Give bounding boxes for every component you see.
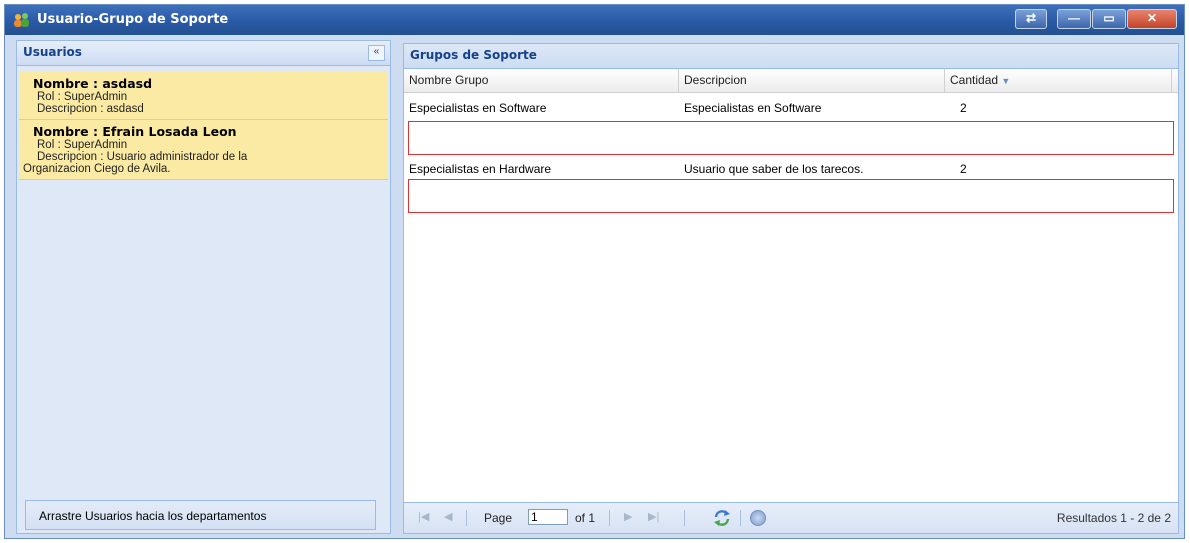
last-page-icon[interactable]: ▶| [648, 510, 659, 523]
page-number-input[interactable]: 1 [528, 509, 568, 525]
paging-toolbar: |◀ ◀ Page 1 of 1 ▶ ▶| Resultados 1 - 2 d… [404, 502, 1178, 533]
cell-cantidad: 2 [960, 162, 967, 176]
page-count-label: of 1 [575, 511, 596, 525]
column-header-cantidad[interactable]: Cantidad ▼ [945, 69, 1172, 92]
window-title: Usuario-Grupo de Soporte [37, 12, 229, 27]
cell-nombre: Especialistas en Software [409, 101, 547, 115]
minimize-button[interactable]: — [1057, 9, 1091, 29]
column-label: Descripcion [684, 73, 747, 87]
main-window: Usuario-Grupo de Soporte ⇄ — ▭ ✕ Usuario… [4, 4, 1185, 539]
prev-page-icon[interactable]: ◀ [444, 510, 452, 523]
user-role: Rol : SuperAdmin [37, 91, 128, 103]
title-bar[interactable]: Usuario-Grupo de Soporte ⇄ — ▭ ✕ [5, 5, 1184, 35]
page-label: Page [484, 511, 513, 525]
grid-header: Nombre Grupo Descripcion Cantidad ▼ [404, 69, 1178, 93]
user-name: Nombre : Efrain Losada Leon [33, 124, 237, 139]
help-icon[interactable] [750, 510, 766, 526]
users-panel-header: Usuarios « [17, 41, 390, 66]
next-page-icon[interactable]: ▶ [624, 510, 632, 523]
user-description: Descripcion : asdasd [37, 103, 144, 115]
column-header-nombre-grupo[interactable]: Nombre Grupo [404, 69, 679, 92]
table-row[interactable]: Especialistas en Software Especialistas … [404, 98, 1170, 118]
user-item[interactable]: Nombre : asdasd Rol : SuperAdmin Descrip… [19, 72, 388, 120]
toolbar-separator [684, 510, 685, 526]
collapse-icon[interactable]: « [368, 45, 385, 61]
drop-target-box[interactable] [408, 179, 1174, 213]
toolbar-separator [740, 510, 741, 526]
close-button[interactable]: ✕ [1127, 9, 1177, 29]
users-group-icon [14, 13, 29, 27]
cell-descripcion: Especialistas en Software [684, 101, 822, 115]
drop-target-box[interactable] [408, 121, 1174, 155]
drag-users-button[interactable]: Arrastre Usuarios hacia los departamento… [25, 500, 376, 530]
cell-cantidad: 2 [960, 101, 967, 115]
table-row[interactable]: Especialistas en Hardware Usuario que sa… [404, 159, 1170, 179]
users-panel-title: Usuarios [23, 45, 82, 59]
user-description-continued: Organizacion Ciego de Avila. [23, 163, 171, 175]
support-groups-panel: Grupos de Soporte Nombre Grupo Descripci… [403, 43, 1179, 534]
sort-desc-icon: ▼ [1001, 76, 1011, 86]
window-help-button[interactable]: ⇄ [1015, 9, 1047, 29]
cell-nombre: Especialistas en Hardware [409, 162, 552, 176]
user-description: Descripcion : Usuario administrador de l… [37, 151, 248, 163]
results-count: Resultados 1 - 2 de 2 [1056, 511, 1171, 525]
column-label: Cantidad [950, 73, 999, 87]
column-header-descripcion[interactable]: Descripcion [679, 69, 945, 92]
column-label: Nombre Grupo [409, 73, 489, 87]
groups-panel-title: Grupos de Soporte [410, 48, 537, 62]
user-role: Rol : SuperAdmin [37, 139, 128, 151]
user-name: Nombre : asdasd [33, 76, 153, 91]
toolbar-separator [609, 510, 610, 526]
user-item[interactable]: Nombre : Efrain Losada Leon Rol : SuperA… [19, 120, 388, 180]
users-list: Nombre : asdasd Rol : SuperAdmin Descrip… [19, 72, 388, 180]
groups-panel-header: Grupos de Soporte [404, 44, 1178, 69]
toolbar-separator [466, 510, 467, 526]
maximize-button[interactable]: ▭ [1092, 9, 1126, 29]
cell-descripcion: Usuario que saber de los tarecos. [684, 162, 864, 176]
users-panel: Usuarios « Nombre : asdasd Rol : SuperAd… [16, 40, 391, 534]
refresh-icon[interactable] [712, 508, 732, 528]
first-page-icon[interactable]: |◀ [418, 510, 429, 523]
